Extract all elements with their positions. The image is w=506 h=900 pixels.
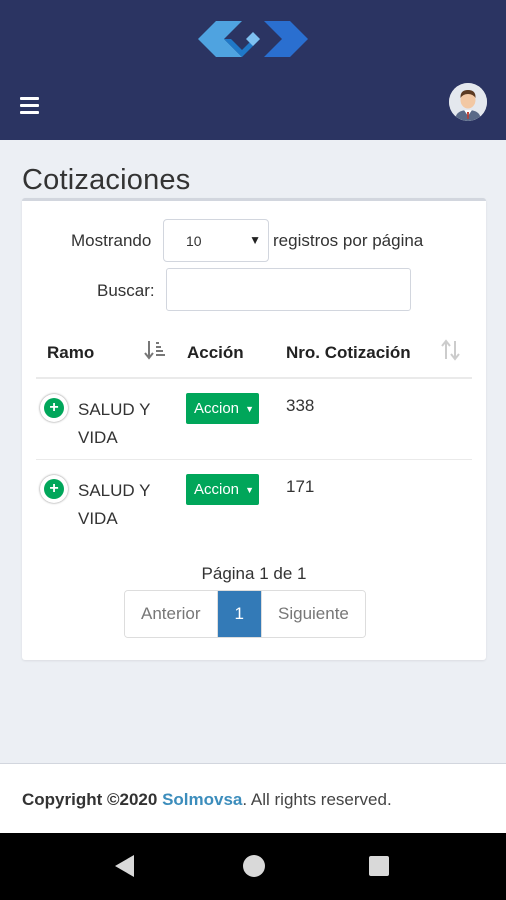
back-icon[interactable]: [115, 855, 134, 877]
page-title: Cotizaciones: [22, 164, 191, 196]
column-header-nro-cotizacion[interactable]: Nro. Cotización: [286, 343, 411, 363]
quotes-table-box: Mostrando 10 ▼ registros por página Busc…: [22, 198, 486, 660]
cell-nro-cotizacion: 338: [286, 396, 315, 415]
footer: Copyright ©2020 Solmovsa. All rights res…: [0, 763, 506, 833]
pagination: Anterior 1 Siguiente: [124, 590, 366, 638]
home-icon[interactable]: [243, 855, 265, 877]
search-label: Buscar:: [97, 281, 155, 300]
expand-row-icon[interactable]: [40, 394, 68, 422]
rights-text: . All rights reserved.: [242, 790, 392, 809]
accion-button-label: Accion: [194, 481, 240, 498]
cell-ramo: SALUD Y VIDA: [78, 481, 151, 528]
length-suffix: registros por página: [273, 231, 424, 250]
copyright-text: Copyright ©2020: [22, 790, 158, 809]
table-row: SALUD Y VIDA Accion ▼ 171: [36, 461, 472, 541]
pagination-next[interactable]: Siguiente: [262, 591, 365, 637]
android-navigation-bar: [0, 833, 506, 900]
expand-row-icon[interactable]: [40, 475, 68, 503]
length-label: Mostrando: [71, 231, 152, 250]
sort-both-icon[interactable]: [440, 339, 462, 367]
page-length-value: 10: [186, 233, 202, 249]
pagination-page-1[interactable]: 1: [217, 591, 262, 637]
table-row: SALUD Y VIDA Accion ▼ 338: [36, 380, 472, 460]
top-header: [0, 0, 506, 140]
caret-down-icon: ▼: [249, 233, 261, 247]
column-header-ramo[interactable]: Ramo: [47, 343, 94, 363]
accion-button-label: Accion: [194, 400, 240, 417]
sort-desc-icon[interactable]: [144, 339, 166, 367]
page-length-select[interactable]: 10 ▼: [163, 219, 269, 262]
caret-down-icon: ▼: [245, 485, 254, 495]
brand-link[interactable]: Solmovsa: [162, 790, 242, 809]
cell-nro-cotizacion: 171: [286, 477, 315, 496]
caret-down-icon: ▼: [245, 404, 254, 414]
table-header: Ramo Acción Nro. Cotización: [36, 333, 472, 379]
column-header-accion: Acción: [187, 343, 244, 362]
user-avatar[interactable]: [449, 83, 487, 121]
cell-ramo: SALUD Y VIDA: [78, 400, 151, 447]
hamburger-menu-icon[interactable]: [20, 97, 39, 114]
page-length-control: Mostrando 10 ▼ registros por página: [22, 219, 486, 263]
accion-dropdown-button[interactable]: Accion ▼: [186, 393, 259, 424]
accion-dropdown-button[interactable]: Accion ▼: [186, 474, 259, 505]
recent-apps-icon[interactable]: [369, 856, 389, 876]
pagination-previous[interactable]: Anterior: [125, 591, 218, 637]
chevron-logo-icon: [198, 21, 308, 57]
pagination-info: Página 1 de 1: [201, 564, 307, 583]
search-input[interactable]: [166, 268, 411, 311]
